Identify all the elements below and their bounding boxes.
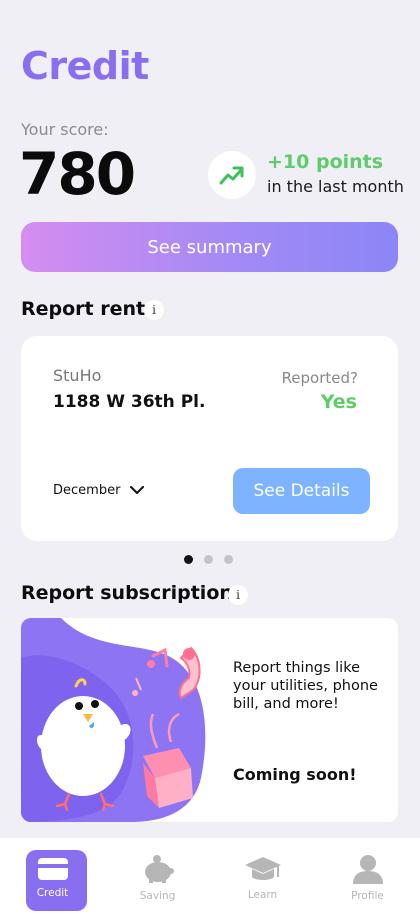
nav-label-learn: Learn	[247, 889, 278, 901]
trend-badge	[208, 151, 256, 199]
subscriptions-description: Report things like your utilities, phone…	[233, 660, 378, 712]
bird-gift-illustration	[21, 618, 206, 822]
pagination-dot[interactable]	[224, 555, 233, 564]
nav-item-saving[interactable]: Saving	[105, 838, 210, 918]
trend-period: in the last month	[267, 177, 404, 196]
score-label: Your score:	[21, 120, 109, 139]
month-dropdown-value: December	[53, 483, 121, 498]
rent-card[interactable]: StuHo 1188 W 36th Pl. Reported? Yes Dece…	[21, 336, 398, 541]
chevron-down-icon	[130, 486, 145, 494]
nav-item-credit[interactable]: Credit	[0, 838, 105, 918]
nav-label-credit: Credit	[36, 887, 69, 899]
pagination-dot[interactable]	[184, 555, 193, 564]
info-icon[interactable]: i	[228, 585, 248, 605]
nav-label-profile: Profile	[351, 890, 384, 902]
carousel-pagination	[184, 555, 233, 564]
graduation-cap-icon	[244, 857, 281, 880]
nav-item-learn[interactable]: Learn	[210, 838, 315, 918]
report-subscriptions-title: Report subscriptions	[21, 582, 245, 604]
see-details-button[interactable]: See Details	[233, 468, 370, 514]
month-dropdown[interactable]: December	[53, 483, 145, 498]
bottom-navigation: Credit Saving Learn Profile	[0, 838, 420, 918]
report-rent-title: Report rent	[21, 298, 146, 320]
reported-label: Reported?	[281, 369, 358, 387]
page-title: Credit	[21, 44, 149, 88]
person-icon	[352, 855, 383, 884]
score-value: 780	[19, 140, 136, 208]
info-icon[interactable]: i	[144, 300, 164, 320]
rent-company: StuHo	[53, 366, 102, 385]
reported-status: Yes	[320, 391, 357, 413]
credit-screen: Credit Your score: 780 +10 points in the…	[0, 0, 420, 918]
piggy-bank-icon	[144, 855, 174, 883]
nav-label-saving: Saving	[139, 890, 176, 902]
coming-soon-label: Coming soon!	[233, 765, 357, 784]
subscriptions-card: Report things like your utilities, phone…	[21, 618, 398, 822]
card-icon	[37, 858, 68, 880]
trend-points: +10 points	[267, 151, 384, 173]
see-summary-button[interactable]: See summary	[21, 222, 398, 272]
rent-address: 1188 W 36th Pl.	[53, 392, 206, 412]
trend-up-icon	[219, 166, 244, 185]
nav-item-profile[interactable]: Profile	[315, 838, 420, 918]
pagination-dot[interactable]	[204, 555, 213, 564]
